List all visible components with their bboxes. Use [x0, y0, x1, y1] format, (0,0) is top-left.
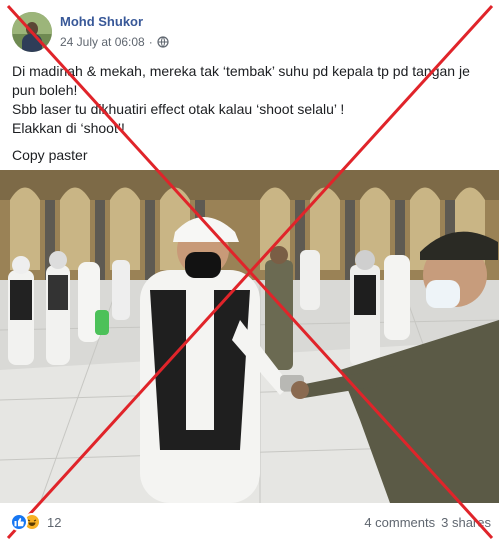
avatar[interactable]: [12, 12, 52, 52]
author-name[interactable]: Mohd Shukor: [60, 14, 143, 29]
post-text-line: Elakkan di ‘shoot’!: [12, 120, 125, 136]
post-photo[interactable]: [0, 170, 499, 503]
post-meta: 24 July at 06:08 ·: [60, 35, 169, 49]
post-text-line: Di madinah & mekah, mereka tak ‘tembak’ …: [12, 63, 470, 79]
reaction-count: 12: [47, 514, 62, 530]
post-footer: 12 4 comments 3 shares: [0, 503, 499, 542]
engagement-counts: 4 comments 3 shares: [364, 515, 491, 530]
post-header: Mohd Shukor 24 July at 06:08 ·: [0, 0, 499, 60]
post-timestamp[interactable]: 24 July at 06:08: [60, 35, 145, 49]
globe-icon: [157, 36, 169, 48]
post-text-line: Sbb laser tu dikhuatiri effect otak kala…: [12, 101, 345, 117]
comments-count[interactable]: 4 comments: [364, 515, 435, 530]
reactions-summary[interactable]: 12: [10, 513, 61, 531]
meta-separator: ·: [148, 35, 153, 49]
post-text: Di madinah & mekah, mereka tak ‘tembak’ …: [12, 62, 492, 165]
post-text-line: pun boleh!: [12, 82, 78, 98]
shares-count[interactable]: 3 shares: [441, 515, 491, 530]
post-text-line: Copy paster: [12, 147, 88, 163]
like-icon: [10, 513, 28, 531]
